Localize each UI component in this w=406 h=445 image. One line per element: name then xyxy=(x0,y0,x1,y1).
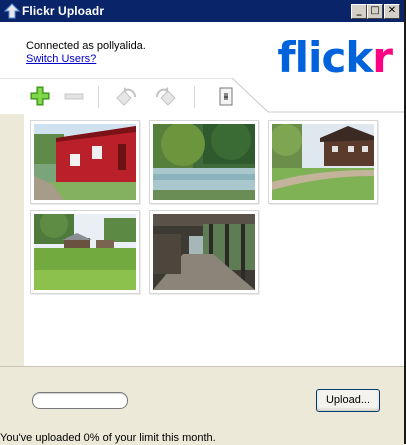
footer: Upload... You've uploaded 0% of your lim… xyxy=(0,366,404,445)
photo-grid xyxy=(24,114,404,366)
flickr-logo: flickr xyxy=(277,37,393,79)
toolbar-separator xyxy=(98,86,99,108)
photo-thumbnail[interactable] xyxy=(149,210,259,294)
close-button[interactable]: ✕ xyxy=(384,4,400,19)
properties-icon[interactable] xyxy=(214,84,238,108)
maximize-button[interactable]: □ xyxy=(367,4,383,19)
connected-status: Connected as pollyalida. xyxy=(26,40,146,52)
uploadr-window: Flickr Uploadr _ □ ✕ Connected as pollya… xyxy=(0,0,406,445)
lake-photo xyxy=(153,124,255,200)
remove-icon[interactable] xyxy=(62,84,86,108)
upload-limit-progress xyxy=(32,392,128,409)
photo-thumbnail[interactable] xyxy=(30,120,140,204)
minimize-button[interactable]: _ xyxy=(351,4,367,19)
switch-users-link[interactable]: Switch Users? xyxy=(26,53,96,65)
account-header: Connected as pollyalida. Switch Users? f… xyxy=(0,22,404,92)
photo-thumbnail[interactable] xyxy=(268,120,378,204)
window-title: Flickr Uploadr xyxy=(22,4,105,18)
photo-thumbnail[interactable] xyxy=(149,120,259,204)
porch-photo xyxy=(153,214,255,290)
toolbar-separator xyxy=(194,86,195,108)
rotate-left-icon[interactable] xyxy=(114,84,138,108)
upload-button[interactable]: Upload... xyxy=(316,389,380,412)
title-bar[interactable]: Flickr Uploadr _ □ ✕ xyxy=(0,0,404,22)
barn-photo xyxy=(34,124,136,200)
logo-word-pink: r xyxy=(372,33,393,82)
toolbar xyxy=(0,78,404,114)
app-icon xyxy=(4,3,20,19)
meadow-photo xyxy=(34,214,136,290)
add-icon[interactable] xyxy=(28,84,52,108)
rotate-right-icon[interactable] xyxy=(154,84,178,108)
logo-word-blue: flick xyxy=(277,33,373,82)
lodge-photo xyxy=(272,124,374,200)
photo-thumbnail[interactable] xyxy=(30,210,140,294)
toolbar-tab-shape xyxy=(0,78,404,113)
upload-status-text: You've uploaded 0% of your limit this mo… xyxy=(0,432,216,444)
